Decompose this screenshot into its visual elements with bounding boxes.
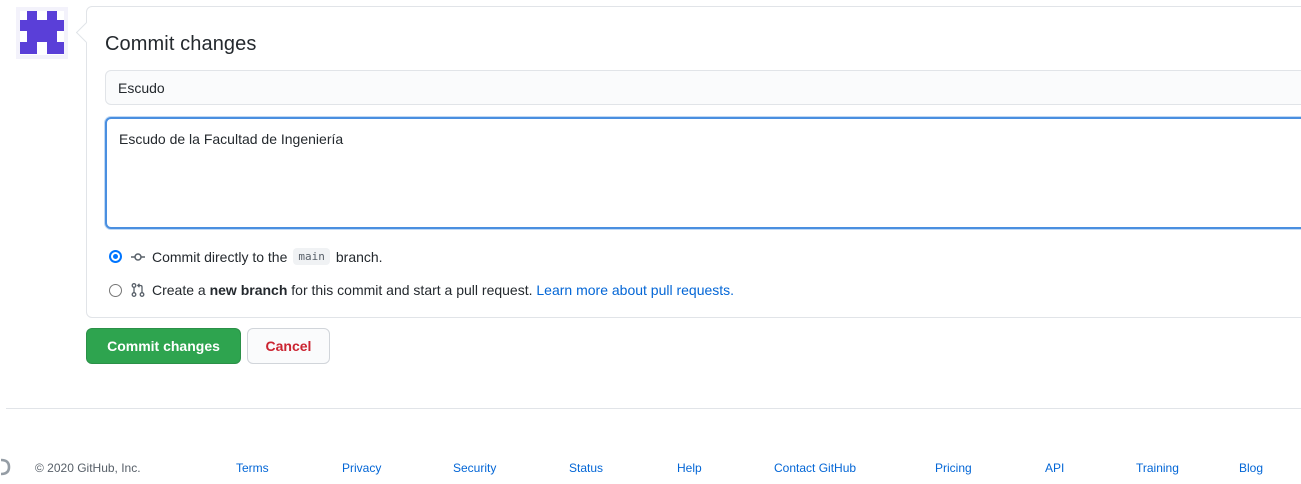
footer-divider <box>6 408 1301 409</box>
footer-link-help[interactable]: Help <box>677 461 702 475</box>
commit-summary-input[interactable] <box>105 70 1301 105</box>
commit-direct-prefix: Commit directly to the <box>152 248 288 265</box>
branch-name: main <box>293 248 330 265</box>
footer-link-privacy[interactable]: Privacy <box>342 461 381 475</box>
commit-changes-button[interactable]: Commit changes <box>86 328 241 364</box>
new-branch-bold: new branch <box>209 282 288 298</box>
footer-link-training[interactable]: Training <box>1136 461 1179 475</box>
footer-link-terms[interactable]: Terms <box>236 461 269 475</box>
git-pull-request-icon <box>130 282 146 298</box>
avatar[interactable] <box>16 7 68 59</box>
new-branch-prefix: Create a <box>152 282 206 298</box>
commit-form: Commit changes Escudo de la Facultad de … <box>75 6 1301 318</box>
commit-title: Commit changes <box>105 33 257 55</box>
commit-direct-radio[interactable] <box>109 250 122 263</box>
learn-more-pull-requests-link[interactable]: Learn more about pull requests. <box>536 282 734 298</box>
footer-link-pricing[interactable]: Pricing <box>935 461 972 475</box>
footer-link-api[interactable]: API <box>1045 461 1064 475</box>
new-branch-radio[interactable] <box>109 283 122 297</box>
footer-link-blog[interactable]: Blog <box>1239 461 1263 475</box>
footer-link-status[interactable]: Status <box>569 461 603 475</box>
commit-direct-suffix: branch. <box>335 248 383 265</box>
commit-direct-option[interactable]: Commit directly to the main branch. <box>109 248 383 265</box>
cancel-button[interactable]: Cancel <box>247 328 330 364</box>
avatar-identicon-icon <box>16 7 68 59</box>
github-logo-icon[interactable] <box>0 458 14 476</box>
new-branch-option[interactable]: Create a new branch for this commit and … <box>109 282 734 298</box>
commit-description-input[interactable]: Escudo de la Facultad de Ingeniería <box>105 117 1301 229</box>
footer-copyright: © 2020 GitHub, Inc. <box>35 461 141 475</box>
comment-caret <box>75 21 98 44</box>
footer-link-contact-github[interactable]: Contact GitHub <box>774 461 856 475</box>
git-commit-icon <box>130 249 146 265</box>
footer-link-security[interactable]: Security <box>453 461 496 475</box>
new-branch-middle: for this commit and start a pull request… <box>291 282 533 298</box>
